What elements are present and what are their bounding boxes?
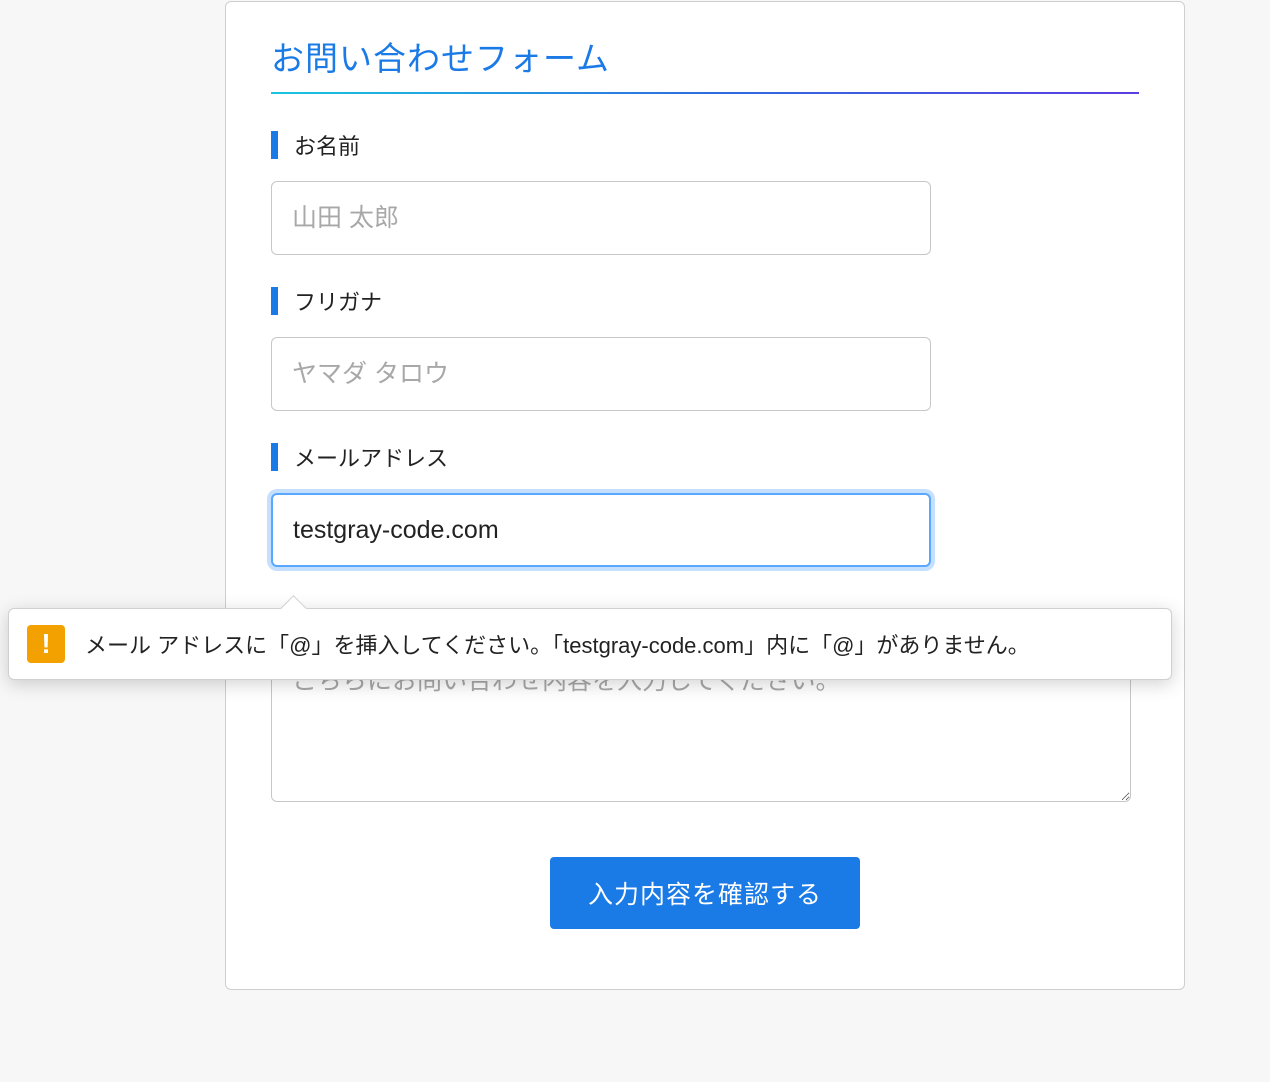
name-label-text: お名前 [294,129,360,161]
email-field-group: メールアドレス [271,441,1139,567]
warning-icon-glyph: ! [41,628,50,660]
furigana-label-text: フリガナ [294,285,382,317]
warning-icon: ! [27,625,65,663]
validation-message: メール アドレスに「@」を挿入してください。「testgray-code.com… [85,628,1030,660]
submit-button[interactable]: 入力内容を確認する [550,857,860,929]
name-input[interactable] [271,181,931,255]
furigana-input[interactable] [271,337,931,411]
furigana-label: フリガナ [271,285,1139,317]
form-title: お問い合わせフォーム [271,32,1139,94]
submit-row: 入力内容を確認する [271,857,1139,929]
email-label-text: メールアドレス [294,441,448,473]
label-accent-bar [271,287,278,315]
furigana-field-group: フリガナ [271,285,1139,411]
name-label: お名前 [271,129,1139,161]
contact-form-card: お問い合わせフォーム お名前 フリガナ メールアドレス 入力内容を確認する [225,1,1185,990]
email-input[interactable] [271,493,931,567]
label-accent-bar [271,443,278,471]
label-accent-bar [271,131,278,159]
validation-tooltip: ! メール アドレスに「@」を挿入してください。「testgray-code.c… [8,608,1172,680]
email-label: メールアドレス [271,441,1139,473]
name-field-group: お名前 [271,129,1139,255]
